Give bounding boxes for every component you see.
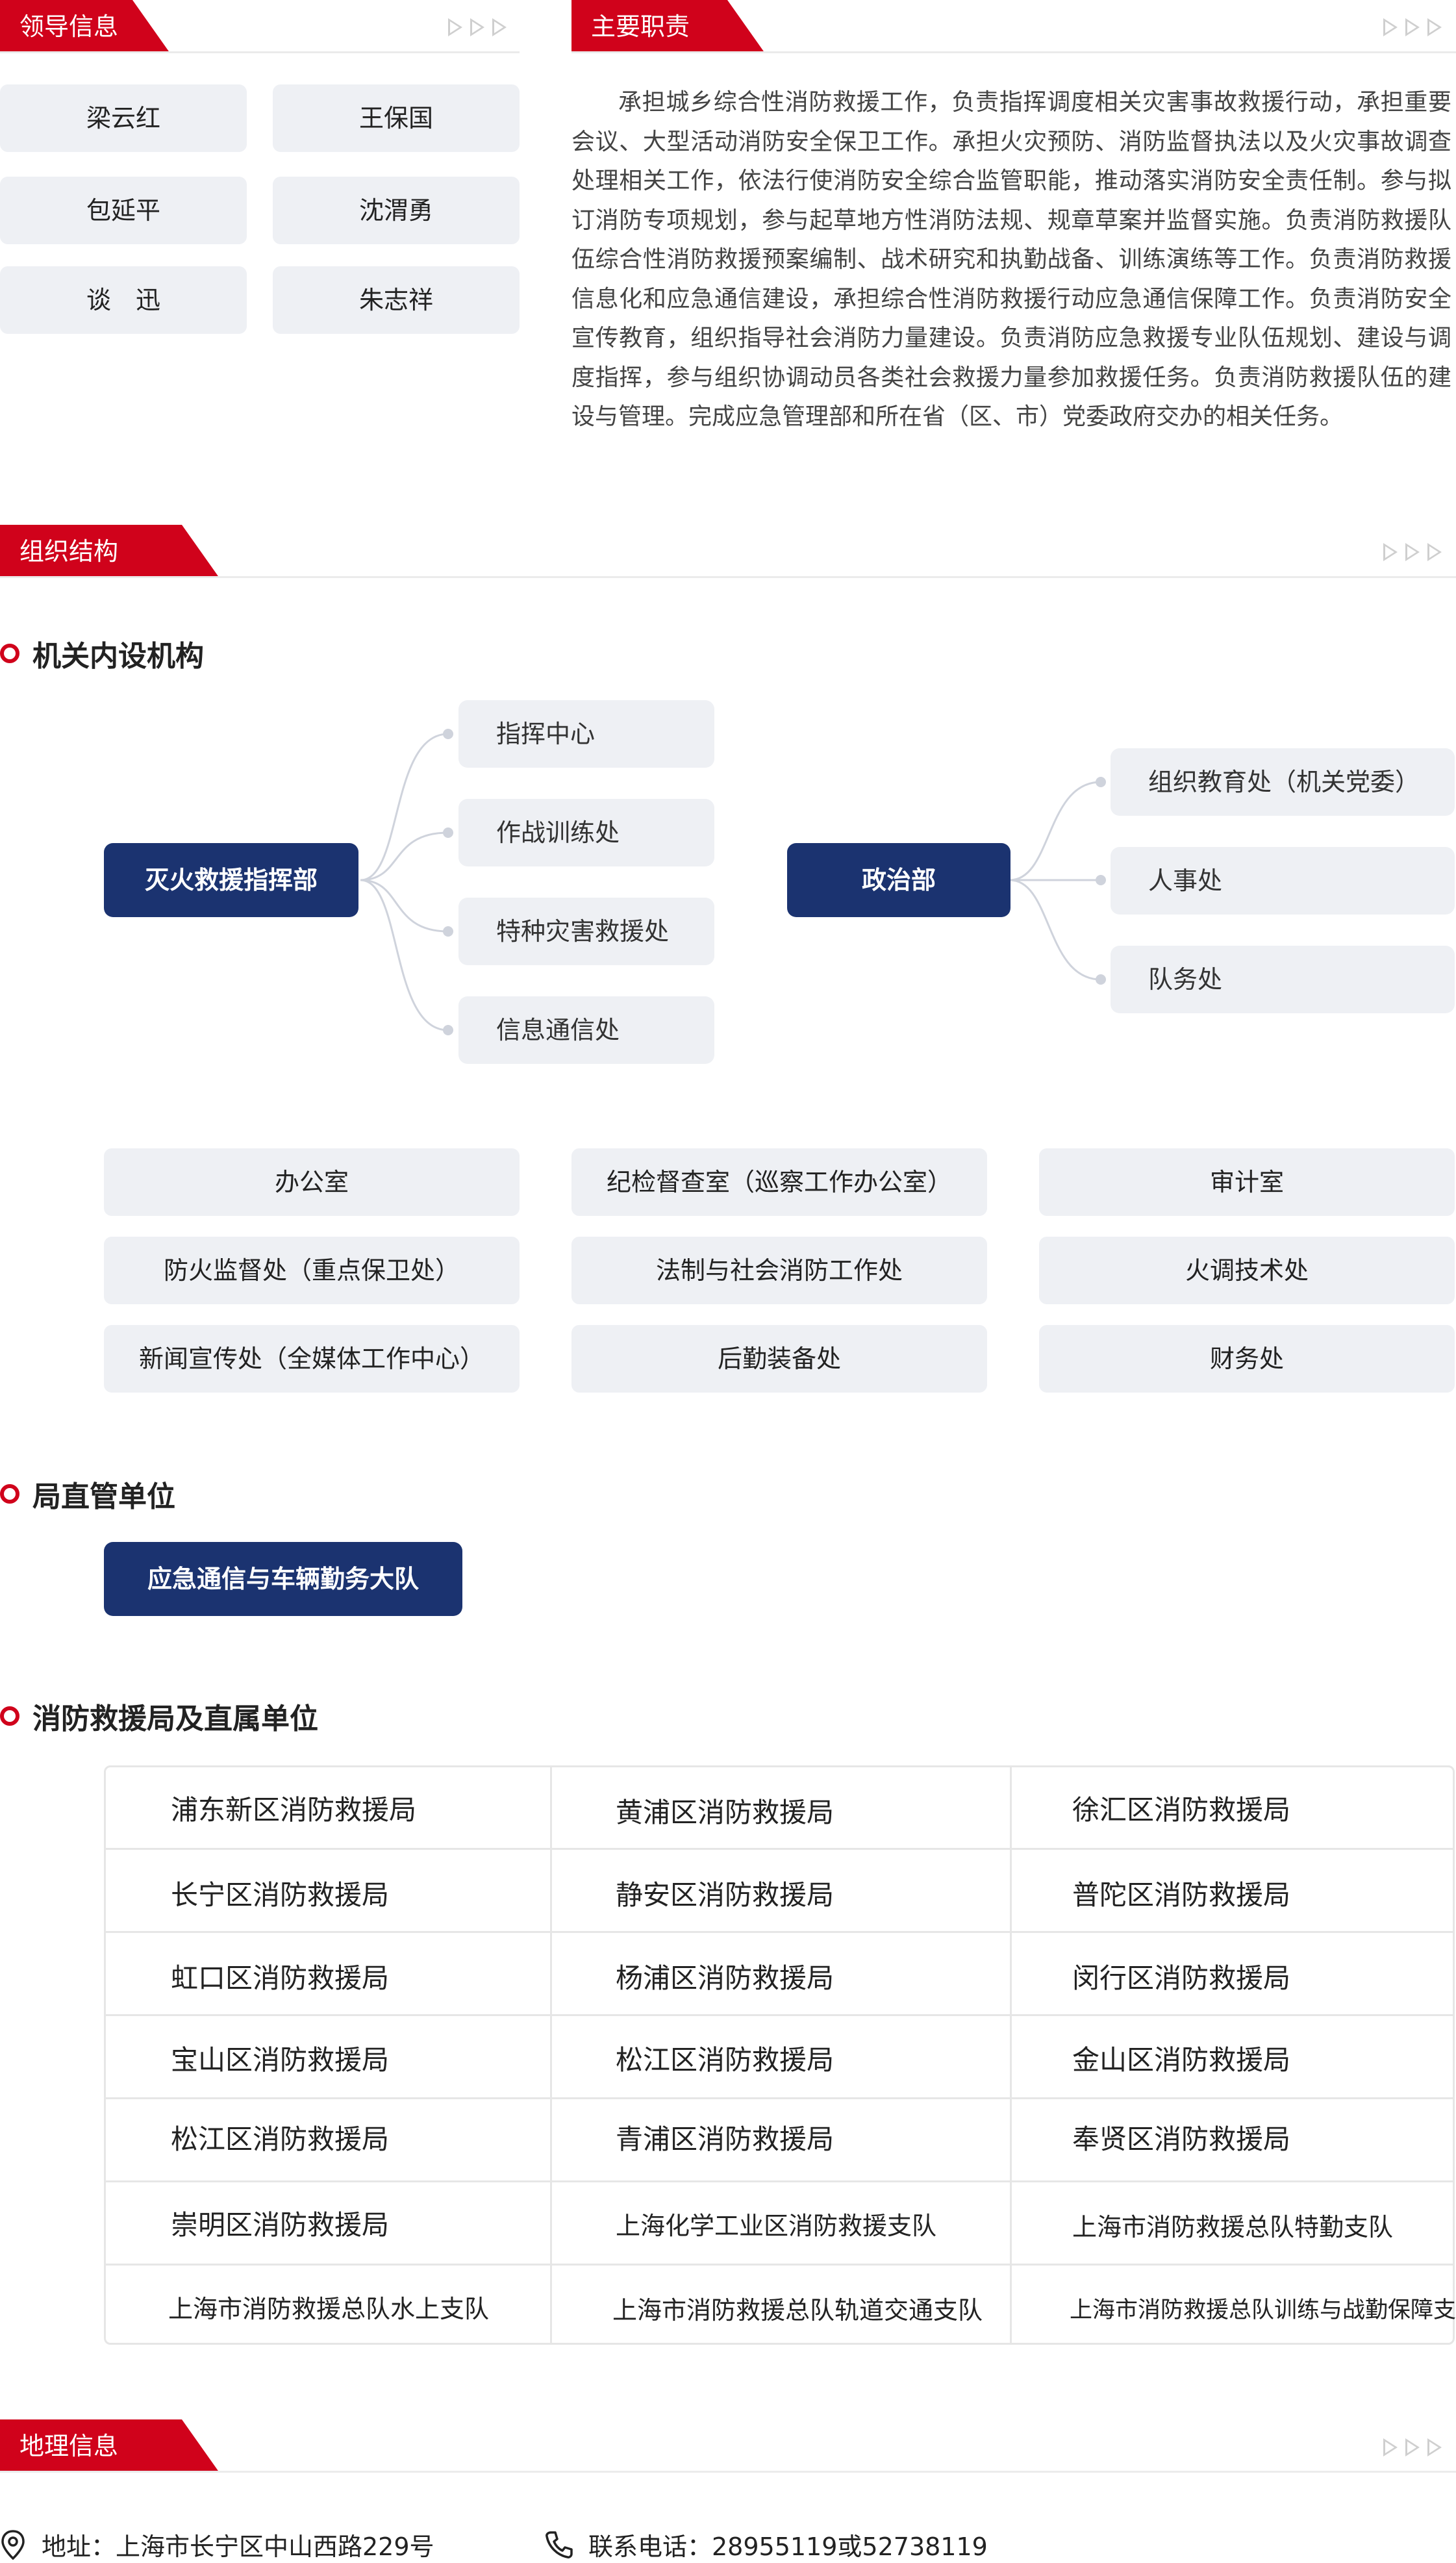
office-card[interactable]: 新闻宣传处（全媒体工作中心） [104, 1325, 520, 1393]
tree-child[interactable]: 组织教育处（机关党委） [1111, 748, 1455, 816]
bureau-link[interactable]: 静安区消防救援局 [616, 1873, 834, 1913]
tree-node-political[interactable]: 政治部 [787, 843, 1010, 917]
office-card[interactable]: 后勤装备处 [571, 1325, 987, 1393]
tree-child[interactable]: 作战训练处 [458, 799, 714, 866]
office-card[interactable]: 办公室 [104, 1148, 520, 1216]
tree-child[interactable]: 信息通信处 [458, 996, 714, 1064]
table-row: 虹口区消防救援局 杨浦区消防救援局 闵行区消防救援局 [106, 1931, 1453, 2014]
section-title-bureaus: 消防救援局及直属单位 [0, 1695, 318, 1737]
bureau-link[interactable]: 长宁区消防救援局 [171, 1873, 389, 1913]
office-card[interactable]: 防火监督处（重点保卫处） [104, 1237, 520, 1304]
tree-node-command[interactable]: 灭火救援指挥部 [104, 843, 358, 917]
tree-child[interactable]: 特种灾害救援处 [458, 898, 714, 965]
office-card[interactable]: 法制与社会消防工作处 [571, 1237, 987, 1304]
address-text: 地址：上海市长宁区中山西路229号 [42, 2532, 434, 2561]
table-row: 崇明区消防救援局 上海化学工业区消防救援支队 上海市消防救援总队特勤支队 [106, 2180, 1453, 2264]
arrow-right-icon [1383, 2438, 1398, 2456]
bureau-link[interactable]: 上海市消防救援总队轨道交通支队 [612, 2290, 983, 2326]
tab-geo[interactable]: 地理信息 [0, 2419, 220, 2473]
section-title-direct: 局直管单位 [0, 1473, 175, 1515]
table-row: 浦东新区消防救援局 黄浦区消防救援局 徐汇区消防救援局 [106, 1767, 1453, 1848]
bureau-link[interactable]: 上海市消防救援总队训练与战勤保障支队 [1070, 2292, 1456, 2325]
bureau-link[interactable]: 上海市消防救援总队水上支队 [168, 2289, 489, 2325]
bureau-link[interactable]: 上海化学工业区消防救援支队 [616, 2206, 936, 2241]
bureau-link[interactable]: 宝山区消防救援局 [171, 2038, 389, 2078]
bureau-link[interactable]: 松江区消防救援局 [171, 2117, 389, 2157]
bureau-link[interactable]: 松江区消防救援局 [616, 2038, 834, 2078]
bureau-link[interactable]: 普陀区消防救援局 [1072, 1873, 1290, 1913]
bureau-link[interactable]: 浦东新区消防救援局 [171, 1788, 416, 1828]
bureau-link[interactable]: 杨浦区消防救援局 [616, 1956, 834, 1996]
office-card[interactable]: 审计室 [1039, 1148, 1455, 1216]
table-row: 长宁区消防救援局 静安区消防救援局 普陀区消防救援局 [106, 1848, 1453, 1931]
phone-text: 联系电话：28955119或52738119 [588, 2532, 988, 2561]
phone-icon [546, 2531, 573, 2558]
office-card[interactable]: 火调技术处 [1039, 1237, 1455, 1304]
tree-child[interactable]: 人事处 [1111, 847, 1455, 915]
bureau-link[interactable]: 青浦区消防救援局 [616, 2117, 834, 2157]
bureau-link[interactable]: 崇明区消防救援局 [171, 2203, 389, 2243]
table-row: 上海市消防救援总队水上支队 上海市消防救援总队轨道交通支队 上海市消防救援总队训… [106, 2264, 1456, 2345]
tree-connectors [360, 729, 1106, 1035]
arrow-right-icon [1427, 2438, 1442, 2456]
footer-phone[interactable]: 联系电话：28955119或52738119 [544, 2527, 988, 2562]
tree-child[interactable]: 队务处 [1111, 946, 1455, 1013]
table-row: 松江区消防救援局 青浦区消防救援局 奉贤区消防救援局 [106, 2097, 1453, 2180]
bureau-link[interactable]: 上海市消防救援总队特勤支队 [1072, 2207, 1393, 2243]
divider [0, 2471, 1456, 2473]
arrow-right-icon [1405, 2438, 1420, 2456]
bureau-link[interactable]: 金山区消防救援局 [1072, 2038, 1290, 2078]
bureau-link[interactable]: 黄浦区消防救援局 [616, 1791, 834, 1830]
office-card[interactable]: 财务处 [1039, 1325, 1455, 1393]
bureau-link[interactable]: 虹口区消防救援局 [171, 1956, 389, 1996]
footer-address: 地址：上海市长宁区中山西路229号 [0, 2527, 434, 2562]
bureau-link[interactable]: 徐汇区消防救援局 [1072, 1788, 1290, 1828]
location-pin-icon [1, 2529, 25, 2560]
section-title-text: 消防救援局及直属单位 [32, 1702, 318, 1736]
direct-unit-button[interactable]: 应急通信与车辆勤务大队 [104, 1542, 462, 1616]
section-title-text: 局直管单位 [32, 1480, 175, 1513]
tree-child[interactable]: 指挥中心 [458, 700, 714, 768]
bureau-table: 浦东新区消防救援局 黄浦区消防救援局 徐汇区消防救援局 长宁区消防救援局 静安区… [104, 1765, 1456, 2345]
ring-bullet-icon [0, 1706, 19, 1726]
more-arrows[interactable] [1383, 2438, 1442, 2456]
ring-bullet-icon [0, 1484, 19, 1504]
office-card[interactable]: 纪检督查室（巡察工作办公室） [571, 1148, 987, 1216]
table-row: 宝山区消防救援局 松江区消防救援局 金山区消防救援局 [106, 2014, 1453, 2097]
bureau-link[interactable]: 奉贤区消防救援局 [1072, 2117, 1290, 2157]
bureau-link[interactable]: 闵行区消防救援局 [1072, 1956, 1290, 1996]
